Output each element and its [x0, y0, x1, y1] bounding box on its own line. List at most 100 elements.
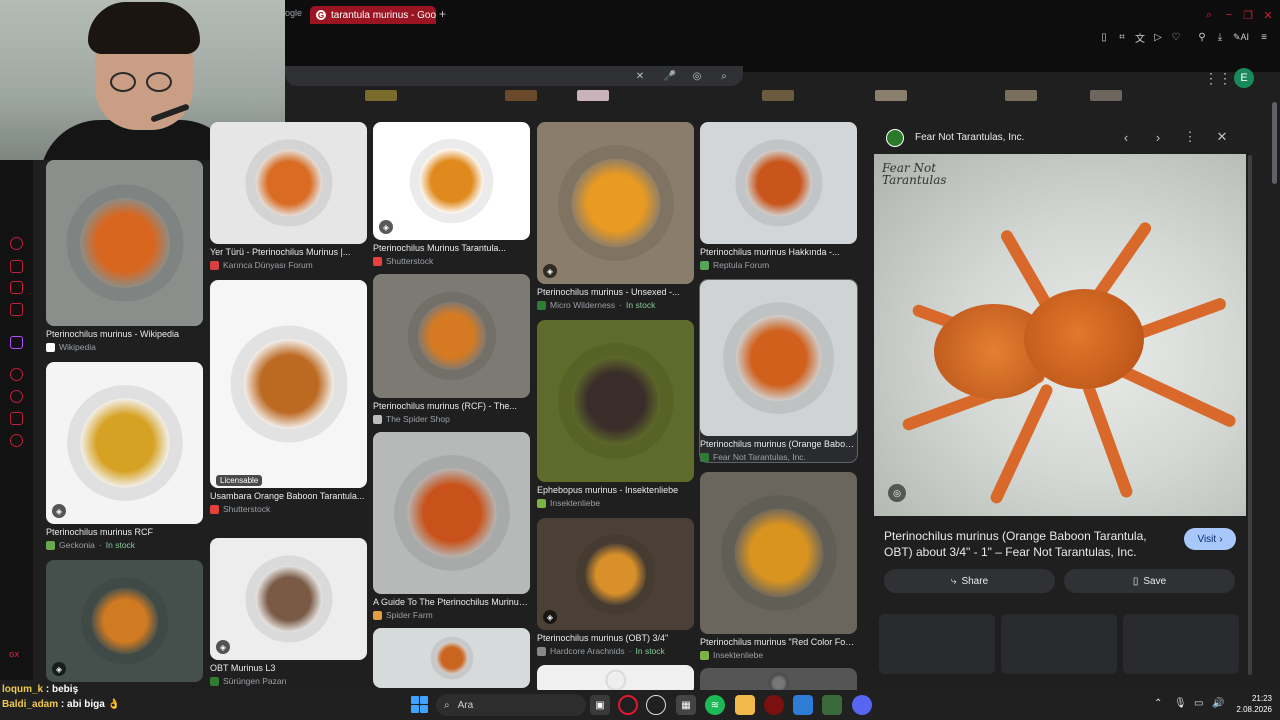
result-source[interactable]: Fear Not Tarantulas, Inc.: [700, 452, 857, 462]
result-title[interactable]: Pterinochilus Murinus Tarantula...: [373, 243, 530, 254]
result-source[interactable]: Shutterstock: [373, 256, 530, 266]
preview-image[interactable]: Fear Not Tarantulas ◎: [874, 154, 1246, 516]
result-card[interactable]: [537, 665, 694, 690]
result-card[interactable]: Pterinochilus murinus Hakkında -... Reptu…: [700, 122, 857, 270]
lens-search-icon[interactable]: ◎: [888, 484, 906, 502]
result-card[interactable]: Pterinochilus murinus - Wikipedia Wikiped…: [46, 160, 203, 352]
task-view-icon[interactable]: ▣: [590, 695, 610, 715]
preview-scrollbar[interactable]: [1248, 155, 1252, 675]
lens-search-icon[interactable]: ◎: [691, 70, 703, 82]
file-explorer-icon[interactable]: [735, 695, 755, 715]
sidebar-cube-icon[interactable]: [10, 412, 23, 425]
related-chip[interactable]: [505, 90, 537, 101]
result-thumbnail[interactable]: [210, 122, 367, 244]
result-card[interactable]: ◈ Pterinochilus murinus RCF Geckonia · In st…: [46, 362, 203, 550]
app-icon[interactable]: [764, 695, 784, 715]
sidebar-settings-icon[interactable]: [10, 434, 23, 447]
related-chip[interactable]: [875, 90, 907, 101]
result-title[interactable]: Pterinochilus murinus RCF: [46, 527, 203, 538]
display-icon[interactable]: ▭: [1194, 698, 1203, 709]
result-thumbnail[interactable]: ◈: [373, 122, 530, 240]
result-title[interactable]: Ephebopus murinus - Insektenliebe: [537, 485, 694, 496]
chrome-icon[interactable]: [646, 695, 666, 715]
result-card[interactable]: A Guide To The Pterinochilus Murinus... S…: [373, 432, 530, 620]
result-title[interactable]: Pterinochilus murinus - Wikipedia: [46, 329, 203, 340]
result-card[interactable]: Yer Türü - Pterinochilus Murinus |... Kar…: [210, 122, 367, 270]
result-source[interactable]: The Spider Shop: [373, 414, 530, 424]
result-title[interactable]: Pterinochilus murinus (RCF) - The...: [373, 401, 530, 412]
spotify-icon[interactable]: ≋: [705, 695, 725, 715]
sidebar-messenger-icon[interactable]: [10, 303, 23, 316]
visit-button[interactable]: Visit ›: [1184, 528, 1236, 550]
result-source[interactable]: Spider Farm: [373, 610, 530, 620]
result-source[interactable]: Geckonia · In stock: [46, 540, 203, 550]
save-button[interactable]: ▯ Save: [1064, 569, 1235, 593]
voice-search-icon[interactable]: 🎤: [664, 70, 676, 82]
result-card[interactable]: ◈ Pterinochilus Murinus Tarantula... Shutt…: [373, 122, 530, 266]
result-card[interactable]: Pterinochilus murinus "Red Color Form...…: [700, 472, 857, 660]
sidebar-history-icon[interactable]: [10, 237, 23, 250]
translate-icon[interactable]: 文: [1133, 30, 1147, 45]
taskbar-clock[interactable]: 21:23 2.08.2026: [1232, 693, 1272, 715]
sidebar-clock-icon[interactable]: [10, 390, 23, 403]
result-thumbnail[interactable]: ◈: [46, 560, 203, 682]
result-thumbnail[interactable]: [537, 320, 694, 482]
sidebar-bag-icon[interactable]: [10, 260, 23, 273]
result-thumbnail[interactable]: [373, 628, 530, 688]
result-title[interactable]: Usambara Orange Baboon Tarantula...: [210, 491, 367, 502]
minimize-icon[interactable]: −: [1222, 8, 1236, 22]
result-title[interactable]: OBT Murinus L3: [210, 663, 367, 674]
preview-site-name[interactable]: Fear Not Tarantulas, Inc.: [915, 132, 1024, 143]
maximize-icon[interactable]: ❐: [1241, 8, 1255, 22]
clear-search-icon[interactable]: ✕: [634, 70, 646, 82]
search-icon[interactable]: ⌕: [718, 70, 730, 82]
menu-icon[interactable]: ≡: [1257, 30, 1271, 44]
result-card[interactable]: Pterinochilus murinus (Orange Baboon... F…: [699, 279, 858, 463]
result-card[interactable]: ◈ Pterinochilus murinus (OBT) 3/4" Hardcor…: [537, 518, 694, 656]
result-title[interactable]: Pterinochilus murinus - Unsexed -...: [537, 287, 694, 298]
result-thumbnail[interactable]: [46, 160, 203, 326]
result-thumbnail[interactable]: [373, 274, 530, 398]
result-thumbnail[interactable]: ◈: [537, 518, 694, 630]
microphone-icon[interactable]: 🎙: [1174, 698, 1187, 709]
heart-icon[interactable]: ♡: [1169, 30, 1183, 44]
result-title[interactable]: Pterinochilus murinus "Red Color Form...: [700, 637, 857, 648]
result-source[interactable]: Insektenliebe: [537, 498, 694, 508]
related-chip[interactable]: [577, 90, 609, 101]
close-preview-icon[interactable]: ✕: [1214, 129, 1230, 145]
result-title[interactable]: Pterinochilus murinus (OBT) 3/4": [537, 633, 694, 644]
result-title[interactable]: Pterinochilus murinus (Orange Baboon...: [700, 439, 857, 450]
more-options-icon[interactable]: ⋮: [1182, 129, 1198, 145]
result-card[interactable]: [373, 628, 530, 688]
discord-icon[interactable]: [852, 695, 872, 715]
result-source[interactable]: Hardcore Arachnids · In stock: [537, 646, 694, 656]
opera-gx-icon[interactable]: [618, 695, 638, 715]
related-chip[interactable]: [762, 90, 794, 101]
result-thumbnail[interactable]: [373, 432, 530, 594]
result-source[interactable]: Wikipedia: [46, 342, 203, 352]
result-thumbnail[interactable]: [700, 472, 857, 634]
crop-icon[interactable]: ⌗: [1115, 30, 1129, 44]
result-thumbnail[interactable]: ◈: [46, 362, 203, 524]
result-thumbnail[interactable]: Licensable: [210, 280, 367, 488]
related-chip[interactable]: [365, 90, 397, 101]
result-thumbnail[interactable]: [700, 280, 857, 436]
page-scrollbar[interactable]: [1272, 102, 1277, 184]
ai-icon[interactable]: ✎AI: [1231, 30, 1251, 44]
result-title[interactable]: Yer Türü - Pterinochilus Murinus |...: [210, 247, 367, 258]
result-card[interactable]: ◈ OBT Murinus L3 Sürüngen Pazarı: [210, 538, 367, 686]
result-card[interactable]: ◈ Pterinochilus murinus - Unsexed -... Mic…: [537, 122, 694, 310]
result-thumbnail[interactable]: ◈: [210, 538, 367, 660]
sidebar-player-icon[interactable]: [10, 368, 23, 381]
app-icon[interactable]: [822, 695, 842, 715]
result-thumbnail[interactable]: [700, 122, 857, 244]
store-icon[interactable]: ▦: [676, 695, 696, 715]
preview-title[interactable]: Pterinochilus murinus (Orange Baboon Tar…: [884, 528, 1174, 560]
taskbar-search[interactable]: ⌕ Ara: [436, 694, 586, 716]
result-title[interactable]: Pterinochilus murinus Hakkında -...: [700, 247, 857, 258]
result-source[interactable]: Shutterstock: [210, 504, 367, 514]
google-apps-icon[interactable]: ⋮⋮: [1204, 70, 1232, 87]
tray-chevron-icon[interactable]: ⌃: [1154, 698, 1162, 709]
play-icon[interactable]: ▷: [1151, 30, 1165, 44]
result-thumbnail[interactable]: [537, 665, 694, 690]
